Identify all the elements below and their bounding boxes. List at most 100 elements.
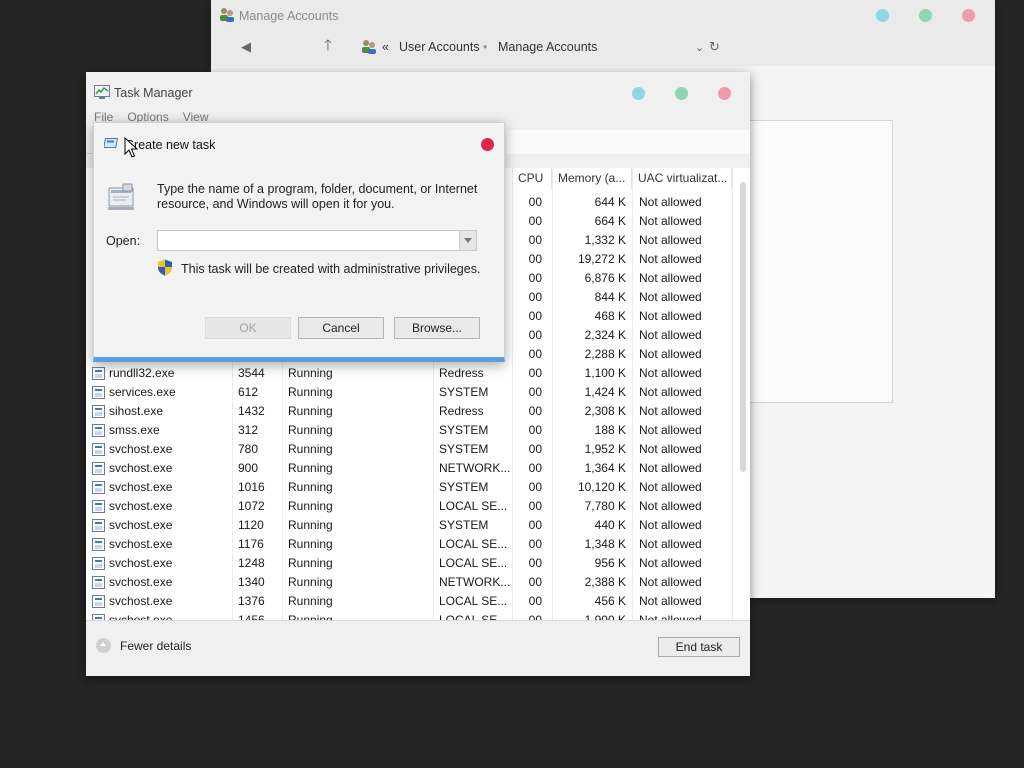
cpu-cell: 00 [528,461,542,475]
breadcrumb-separator: • [483,40,488,54]
task-manager-footer: Fewer details End task [86,620,750,670]
end-task-button[interactable]: End task [658,637,740,657]
table-row[interactable]: svchost.exe 1016 Running SYSTEM 00 10,120 K No… [86,478,734,497]
user-cell: NETWORK... [439,575,511,589]
table-row[interactable]: svchost.exe 1176 Running LOCAL SE... 00 1,348… [86,535,734,554]
uac-cell: Not allowed [639,613,702,620]
column-header-memory[interactable]: Memory (a... [552,168,632,189]
dialog-titlebar[interactable]: Create new task [94,123,504,167]
process-icon [92,443,105,456]
memory-cell: 1,952 K [584,442,626,456]
maximize-button[interactable] [675,87,688,100]
table-row[interactable]: svchost.exe 1120 Running SYSTEM 00 440 K Not a… [86,516,734,535]
browse-button[interactable]: Browse... [394,317,480,339]
process-name-cell: svchost.exe [109,594,173,608]
column-header-uac[interactable]: UAC virtualizat... [632,168,732,189]
user-cell: Redress [439,404,484,418]
column-header-cpu[interactable]: CPU [512,168,552,189]
close-button[interactable] [962,9,975,22]
table-row[interactable]: sihost.exe 1432 Running Redress 00 2,308 K Not… [86,402,734,421]
close-button[interactable] [481,138,494,151]
users-icon [219,7,235,26]
close-button[interactable] [718,87,731,100]
refresh-icon[interactable]: ↻ [709,39,720,55]
process-icon [92,538,105,551]
table-row[interactable]: svchost.exe 780 Running SYSTEM 00 1,952 K Not … [86,440,734,459]
maximize-button[interactable] [919,9,932,22]
breadcrumb-manage-accounts[interactable]: Manage Accounts [498,40,597,54]
status-cell: Running [288,423,333,437]
uac-cell: Not allowed [639,499,702,513]
breadcrumb-overflow[interactable]: « [382,40,389,54]
uac-cell: Not allowed [639,518,702,532]
cpu-cell: 00 [528,214,542,228]
table-row[interactable]: svchost.exe 1248 Running LOCAL SE... 00 956 K… [86,554,734,573]
cancel-button[interactable]: Cancel [298,317,384,339]
memory-cell: 2,388 K [584,575,626,589]
memory-cell: 10,120 K [577,480,626,494]
uac-cell: Not allowed [639,385,702,399]
pid-cell: 1456 [238,613,265,620]
cpu-cell: 00 [528,556,542,570]
table-row[interactable]: svchost.exe 1072 Running LOCAL SE... 00 7,780… [86,497,734,516]
table-row[interactable]: svchost.exe 1340 Running NETWORK... 00 2,388 … [86,573,734,592]
window-controls [632,87,731,100]
ok-button[interactable]: OK [205,317,291,339]
memory-cell: 440 K [594,518,626,532]
process-name-cell: sihost.exe [109,404,164,418]
user-cell: SYSTEM [439,442,489,456]
status-cell: Running [288,556,333,570]
uac-cell: Not allowed [639,537,702,551]
up-arrow-icon[interactable]: 🡑 [324,35,332,60]
memory-cell: 956 K [594,556,626,570]
breadcrumb-user-accounts[interactable]: User Accounts [399,40,480,54]
memory-cell: 664 K [594,214,626,228]
table-row[interactable]: smss.exe 312 Running SYSTEM 00 188 K Not allow… [86,421,734,440]
process-name-cell: svchost.exe [109,480,173,494]
run-program-icon [106,182,138,217]
process-icon [92,576,105,589]
memory-cell: 2,324 K [584,328,626,342]
memory-cell: 644 K [594,195,626,209]
cpu-cell: 00 [528,442,542,456]
cpu-cell: 00 [528,290,542,304]
memory-cell: 1,424 K [584,385,626,399]
cpu-cell: 00 [528,385,542,399]
minimize-button[interactable] [876,9,889,22]
chevron-down-icon[interactable]: ⌄ [695,41,704,54]
table-row[interactable]: rundll32.exe 3544 Running Redress 00 1,100 K N… [86,364,734,383]
cpu-cell: 00 [528,423,542,437]
status-cell: Running [288,499,333,513]
memory-cell: 844 K [594,290,626,304]
cpu-cell: 00 [528,328,542,342]
user-cell: LOCAL SE... [439,594,508,608]
table-row[interactable]: svchost.exe 1456 Running LOCAL SE... 00 1,900… [86,611,734,620]
admin-note-text: This task will be created with administr… [181,262,481,276]
pid-cell: 3544 [238,366,265,380]
fewer-details-button[interactable]: Fewer details [96,638,191,653]
open-input[interactable] [157,230,477,251]
shield-icon [157,259,173,279]
vertical-scrollbar[interactable] [740,182,746,472]
table-row[interactable]: services.exe 612 Running SYSTEM 00 1,424 K Not… [86,383,734,402]
memory-cell: 456 K [594,594,626,608]
process-icon [92,595,105,608]
dropdown-arrow-icon[interactable] [459,231,476,250]
table-row[interactable]: svchost.exe 1376 Running LOCAL SE... 00 456 K… [86,592,734,611]
window-title: Task Manager [114,86,193,100]
uac-cell: Not allowed [639,404,702,418]
pid-cell: 312 [238,423,259,437]
process-name-cell: svchost.exe [109,613,173,620]
pid-cell: 1176 [238,537,264,551]
status-cell: Running [288,594,333,608]
cpu-cell: 00 [528,252,542,266]
pid-cell: 612 [238,385,259,399]
uac-cell: Not allowed [639,271,702,285]
cpu-cell: 00 [528,613,542,620]
status-cell: Running [288,461,333,475]
back-arrow-icon[interactable]: ◀ [241,39,251,55]
minimize-button[interactable] [632,87,645,100]
table-row[interactable]: svchost.exe 900 Running NETWORK... 00 1,364 K… [86,459,734,478]
status-cell: Running [288,385,333,399]
memory-cell: 1,348 K [584,537,626,551]
